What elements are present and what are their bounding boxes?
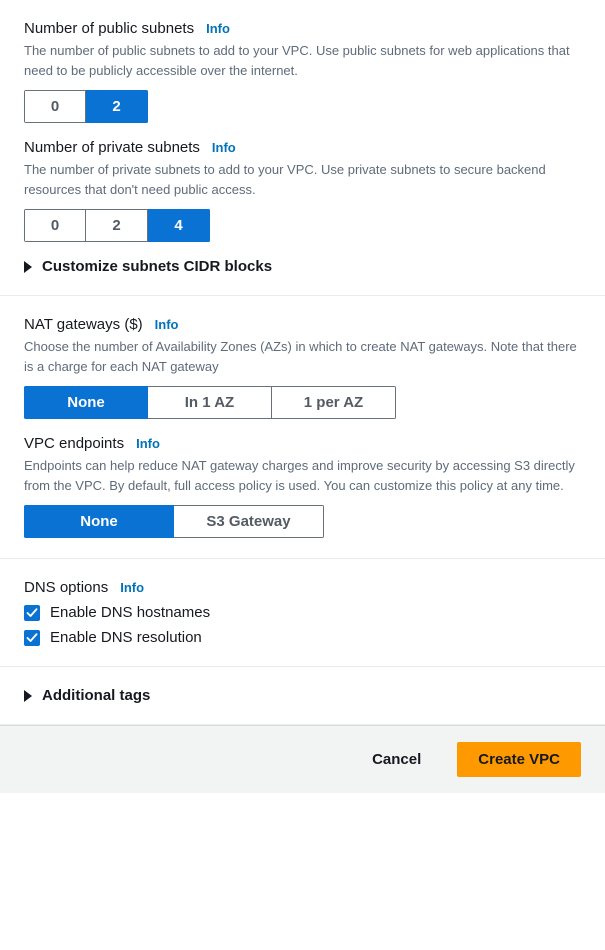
nat-gateways-segmented: None In 1 AZ 1 per AZ [24, 386, 396, 419]
private-subnets-description: The number of private subnets to add to … [24, 160, 581, 199]
cancel-button[interactable]: Cancel [352, 743, 441, 776]
public-subnets-field: Number of public subnets Info The number… [24, 20, 581, 123]
dns-hostnames-label: Enable DNS hostnames [50, 604, 210, 621]
dns-hostnames-checkbox-row[interactable]: Enable DNS hostnames [24, 604, 581, 621]
vpc-endpoints-description: Endpoints can help reduce NAT gateway ch… [24, 456, 581, 495]
nat-gateways-field: NAT gateways ($) Info Choose the number … [24, 316, 581, 419]
public-subnets-option-2[interactable]: 2 [86, 90, 148, 123]
public-subnets-description: The number of public subnets to add to y… [24, 41, 581, 80]
private-subnets-label: Number of private subnets [24, 139, 200, 156]
footer-actions: Cancel Create VPC [0, 725, 605, 793]
public-subnets-info-link[interactable]: Info [206, 21, 230, 36]
nat-endpoints-section: NAT gateways ($) Info Choose the number … [0, 296, 605, 559]
vpc-endpoints-field: VPC endpoints Info Endpoints can help re… [24, 435, 581, 538]
checkbox-checked-icon [24, 605, 40, 621]
vpc-endpoints-label: VPC endpoints [24, 435, 124, 452]
subnets-section: Number of public subnets Info The number… [0, 0, 605, 296]
nat-gateways-info-link[interactable]: Info [155, 317, 179, 332]
vpc-endpoints-info-link[interactable]: Info [136, 436, 160, 451]
private-subnets-option-4[interactable]: 4 [148, 209, 210, 242]
endpoint-option-none[interactable]: None [24, 505, 174, 538]
checkbox-checked-icon [24, 630, 40, 646]
private-subnets-segmented: 0 2 4 [24, 209, 210, 242]
customize-cidr-label: Customize subnets CIDR blocks [42, 258, 272, 275]
nat-gateways-description: Choose the number of Availability Zones … [24, 337, 581, 376]
dns-options-label: DNS options [24, 579, 108, 596]
dns-resolution-checkbox-row[interactable]: Enable DNS resolution [24, 629, 581, 646]
nat-option-1az[interactable]: In 1 AZ [148, 386, 272, 419]
endpoint-option-s3[interactable]: S3 Gateway [174, 505, 324, 538]
private-subnets-option-0[interactable]: 0 [24, 209, 86, 242]
nat-option-peraz[interactable]: 1 per AZ [272, 386, 396, 419]
customize-cidr-expander[interactable]: Customize subnets CIDR blocks [24, 258, 581, 275]
additional-tags-expander[interactable]: Additional tags [24, 687, 581, 704]
dns-options-info-link[interactable]: Info [120, 580, 144, 595]
caret-right-icon [24, 690, 32, 702]
dns-resolution-label: Enable DNS resolution [50, 629, 202, 646]
nat-gateways-label: NAT gateways ($) [24, 316, 143, 333]
dns-options-section: DNS options Info Enable DNS hostnames En… [0, 559, 605, 667]
create-vpc-button[interactable]: Create VPC [457, 742, 581, 777]
private-subnets-option-2[interactable]: 2 [86, 209, 148, 242]
nat-option-none[interactable]: None [24, 386, 148, 419]
additional-tags-label: Additional tags [42, 687, 150, 704]
additional-tags-section: Additional tags [0, 667, 605, 725]
private-subnets-field: Number of private subnets Info The numbe… [24, 139, 581, 242]
vpc-endpoints-segmented: None S3 Gateway [24, 505, 324, 538]
public-subnets-option-0[interactable]: 0 [24, 90, 86, 123]
public-subnets-segmented: 0 2 [24, 90, 148, 123]
private-subnets-info-link[interactable]: Info [212, 140, 236, 155]
public-subnets-label: Number of public subnets [24, 20, 194, 37]
caret-right-icon [24, 261, 32, 273]
